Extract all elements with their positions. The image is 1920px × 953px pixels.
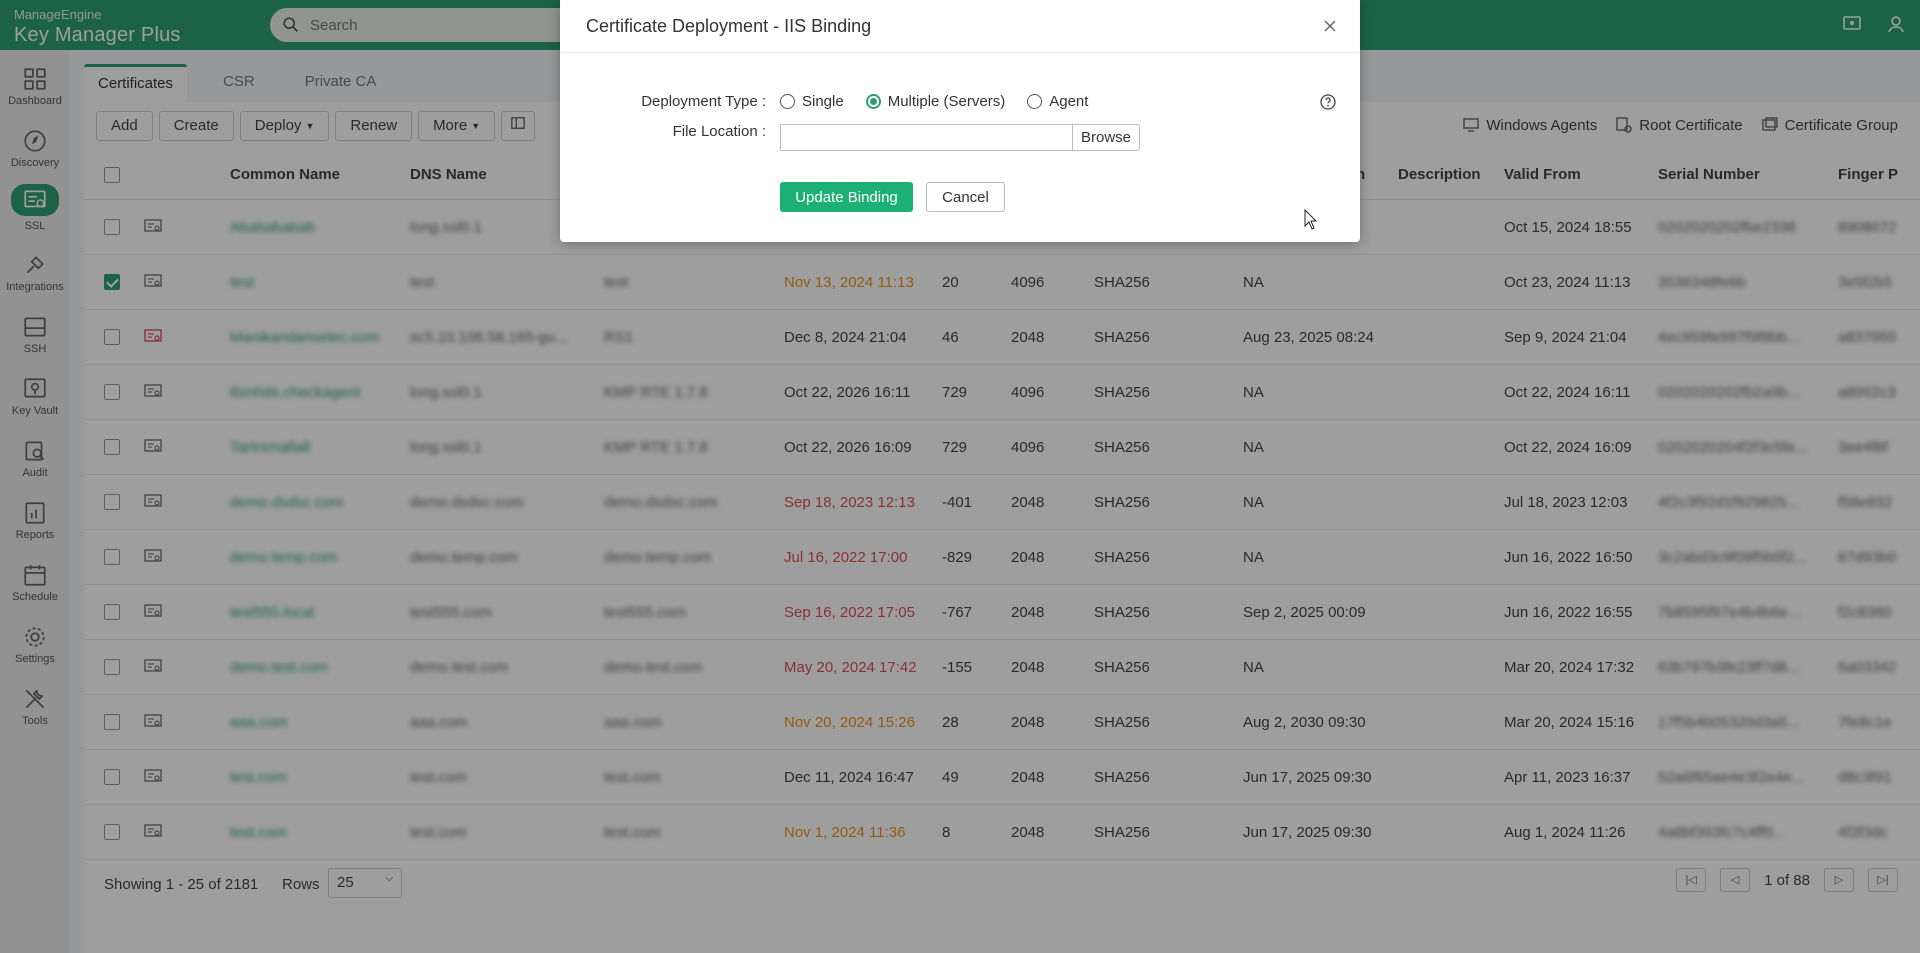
close-icon[interactable] bbox=[1322, 18, 1338, 34]
help-icon[interactable] bbox=[1320, 94, 1336, 110]
radio-multiple-dot[interactable] bbox=[865, 94, 881, 109]
update-binding-button[interactable]: Update Binding bbox=[780, 182, 913, 212]
radio-single[interactable]: Single bbox=[780, 93, 844, 110]
dialog-title: Certificate Deployment - IIS Binding bbox=[586, 16, 872, 36]
cancel-button[interactable]: Cancel bbox=[926, 182, 1005, 212]
file-location-label: File Location : bbox=[672, 123, 766, 140]
deployment-type-label: Deployment Type : bbox=[641, 93, 766, 110]
radio-agent-label: Agent bbox=[1049, 93, 1089, 110]
radio-agent-dot[interactable] bbox=[1027, 94, 1043, 109]
radio-agent[interactable]: Agent bbox=[1027, 93, 1088, 110]
dialog-header: Certificate Deployment - IIS Binding bbox=[560, 0, 1360, 53]
radio-multiple-servers[interactable]: Multiple (Servers) bbox=[865, 93, 1006, 110]
radio-single-dot[interactable] bbox=[780, 94, 795, 109]
deployment-type-radio-group: Single Multiple (Servers) Agent bbox=[780, 93, 1088, 110]
browse-button[interactable]: Browse bbox=[1072, 124, 1140, 151]
file-location-input[interactable] bbox=[780, 124, 1073, 151]
iis-binding-dialog: Certificate Deployment - IIS Binding Dep… bbox=[560, 0, 1360, 242]
mouse-cursor-icon bbox=[1304, 209, 1318, 230]
radio-single-label: Single bbox=[802, 93, 844, 110]
radio-multiple-label: Multiple (Servers) bbox=[887, 93, 1006, 110]
